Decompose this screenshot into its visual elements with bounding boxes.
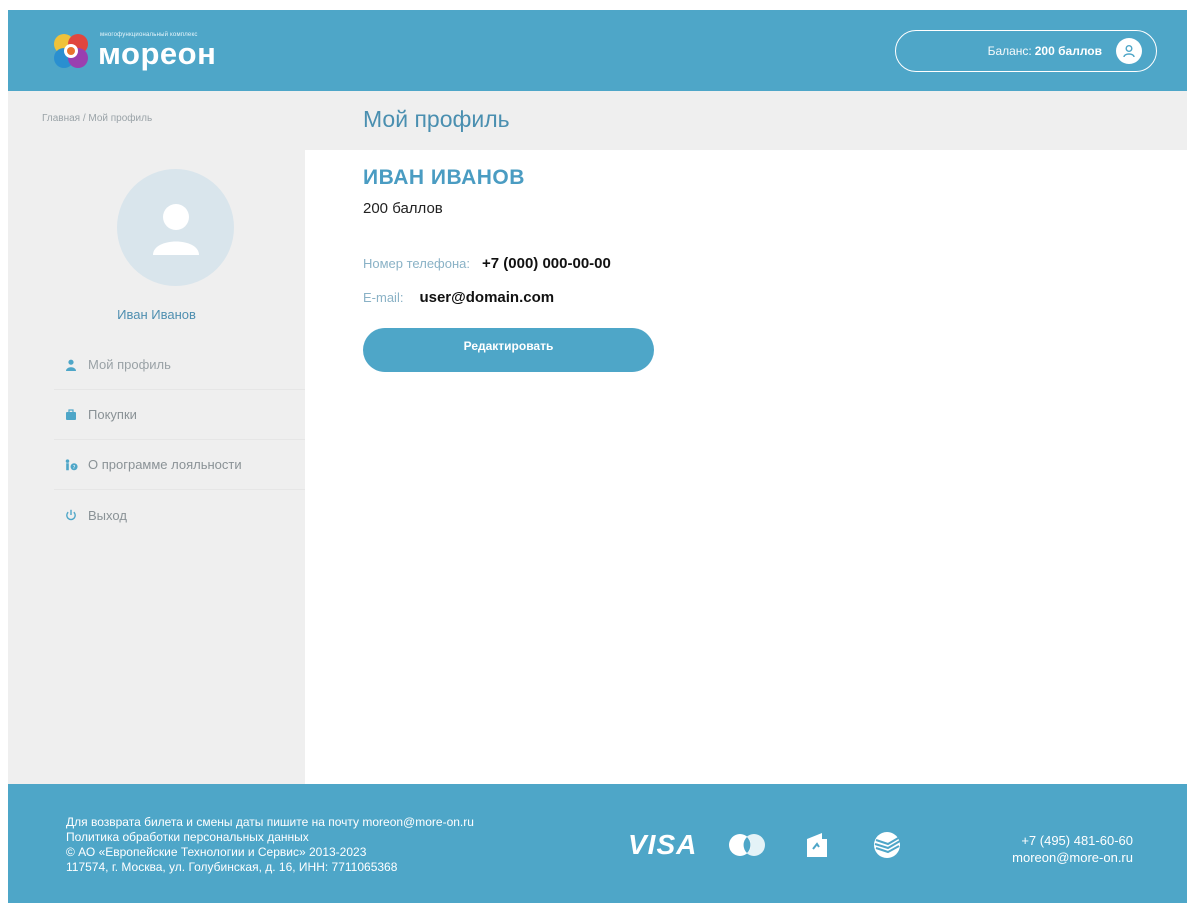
sidebar-item-purchases[interactable]: Покупки: [54, 390, 305, 440]
logo[interactable]: многофункциональный комплекс мореон: [50, 30, 216, 72]
bag-icon: [64, 408, 78, 422]
avatar-person-icon: [152, 203, 199, 255]
title-bar: Главная / Мой профиль Мой профиль: [8, 91, 1187, 150]
footer-address: 117574, г. Москва, ул. Голубинская, д. 1…: [66, 860, 398, 874]
power-icon: [64, 508, 78, 522]
balance-label: Баланс:: [987, 43, 1032, 58]
profile-content: ИВАН ИВАНОВ 200 баллов Номер телефона: +…: [363, 166, 1163, 372]
profile-full-name: ИВАН ИВАНОВ: [363, 166, 525, 189]
avatar: [117, 169, 234, 286]
footer-email[interactable]: moreon@more-on.ru: [1012, 849, 1133, 866]
profile-points: 200 баллов: [363, 200, 443, 217]
sidebar-item-logout[interactable]: Выход: [54, 490, 305, 540]
sidebar: Иван Иванов Мой профиль Покупки ? О прог…: [8, 150, 305, 784]
footer-info: Для возврата билета и смены даты пишите …: [66, 815, 474, 875]
logo-name: мореон: [98, 36, 217, 71]
svg-text:?: ?: [73, 464, 76, 470]
email-label: E-mail:: [363, 290, 404, 305]
sidebar-item-loyalty[interactable]: ? О программе лояльности: [54, 440, 305, 490]
site-header: многофункциональный комплекс мореон Бала…: [8, 10, 1187, 91]
loyalty-icon: ?: [64, 458, 78, 472]
sidebar-user-name: Иван Иванов: [117, 307, 196, 322]
footer-refund-note: Для возврата билета и смены даты пишите …: [66, 815, 474, 829]
phone-value: +7 (000) 000-00-00: [482, 255, 611, 272]
logo-mark-icon: [54, 33, 88, 68]
sidebar-item-label: Мой профиль: [88, 357, 171, 372]
sidebar-menu: Мой профиль Покупки ? О программе лояльн…: [54, 340, 305, 540]
sidebar-item-profile[interactable]: Мой профиль: [54, 340, 305, 390]
user-icon: [1116, 37, 1142, 64]
sidebar-item-label: Выход: [88, 507, 127, 523]
balance-button[interactable]: Баланс: 200 баллов: [895, 29, 1157, 72]
sidebar-item-label: О программе лояльности: [88, 457, 242, 472]
breadcrumb[interactable]: Главная / Мой профиль: [42, 113, 152, 124]
mastercard-icon: [727, 830, 767, 860]
yoomoney-wallet-icon: [797, 830, 837, 860]
person-icon: [64, 358, 78, 372]
privacy-policy-link[interactable]: Политика обработки персональных данных: [66, 830, 474, 845]
email-row: E-mail: user@domain.com: [363, 289, 1163, 306]
phone-row: Номер телефона: +7 (000) 000-00-00: [363, 255, 1163, 272]
sidebar-item-label: Покупки: [88, 407, 137, 422]
page-title: Мой профиль: [363, 106, 510, 132]
footer-copyright: © АО «Европейские Технологии и Сервис» 2…: [66, 845, 367, 859]
phone-label: Номер телефона:: [363, 256, 470, 271]
payment-methods: VISA: [628, 829, 907, 861]
email-value: user@domain.com: [419, 289, 555, 306]
site-footer: Для возврата билета и смены даты пишите …: [8, 784, 1187, 903]
footer-contacts: +7 (495) 481-60-60 moreon@more-on.ru: [1012, 832, 1133, 866]
edit-profile-button[interactable]: Редактировать: [363, 328, 654, 372]
balance-value: 200 баллов: [1034, 43, 1102, 58]
footer-phone[interactable]: +7 (495) 481-60-60: [1012, 832, 1133, 849]
sberbank-icon: [867, 830, 907, 860]
visa-logo: VISA: [628, 829, 698, 860]
